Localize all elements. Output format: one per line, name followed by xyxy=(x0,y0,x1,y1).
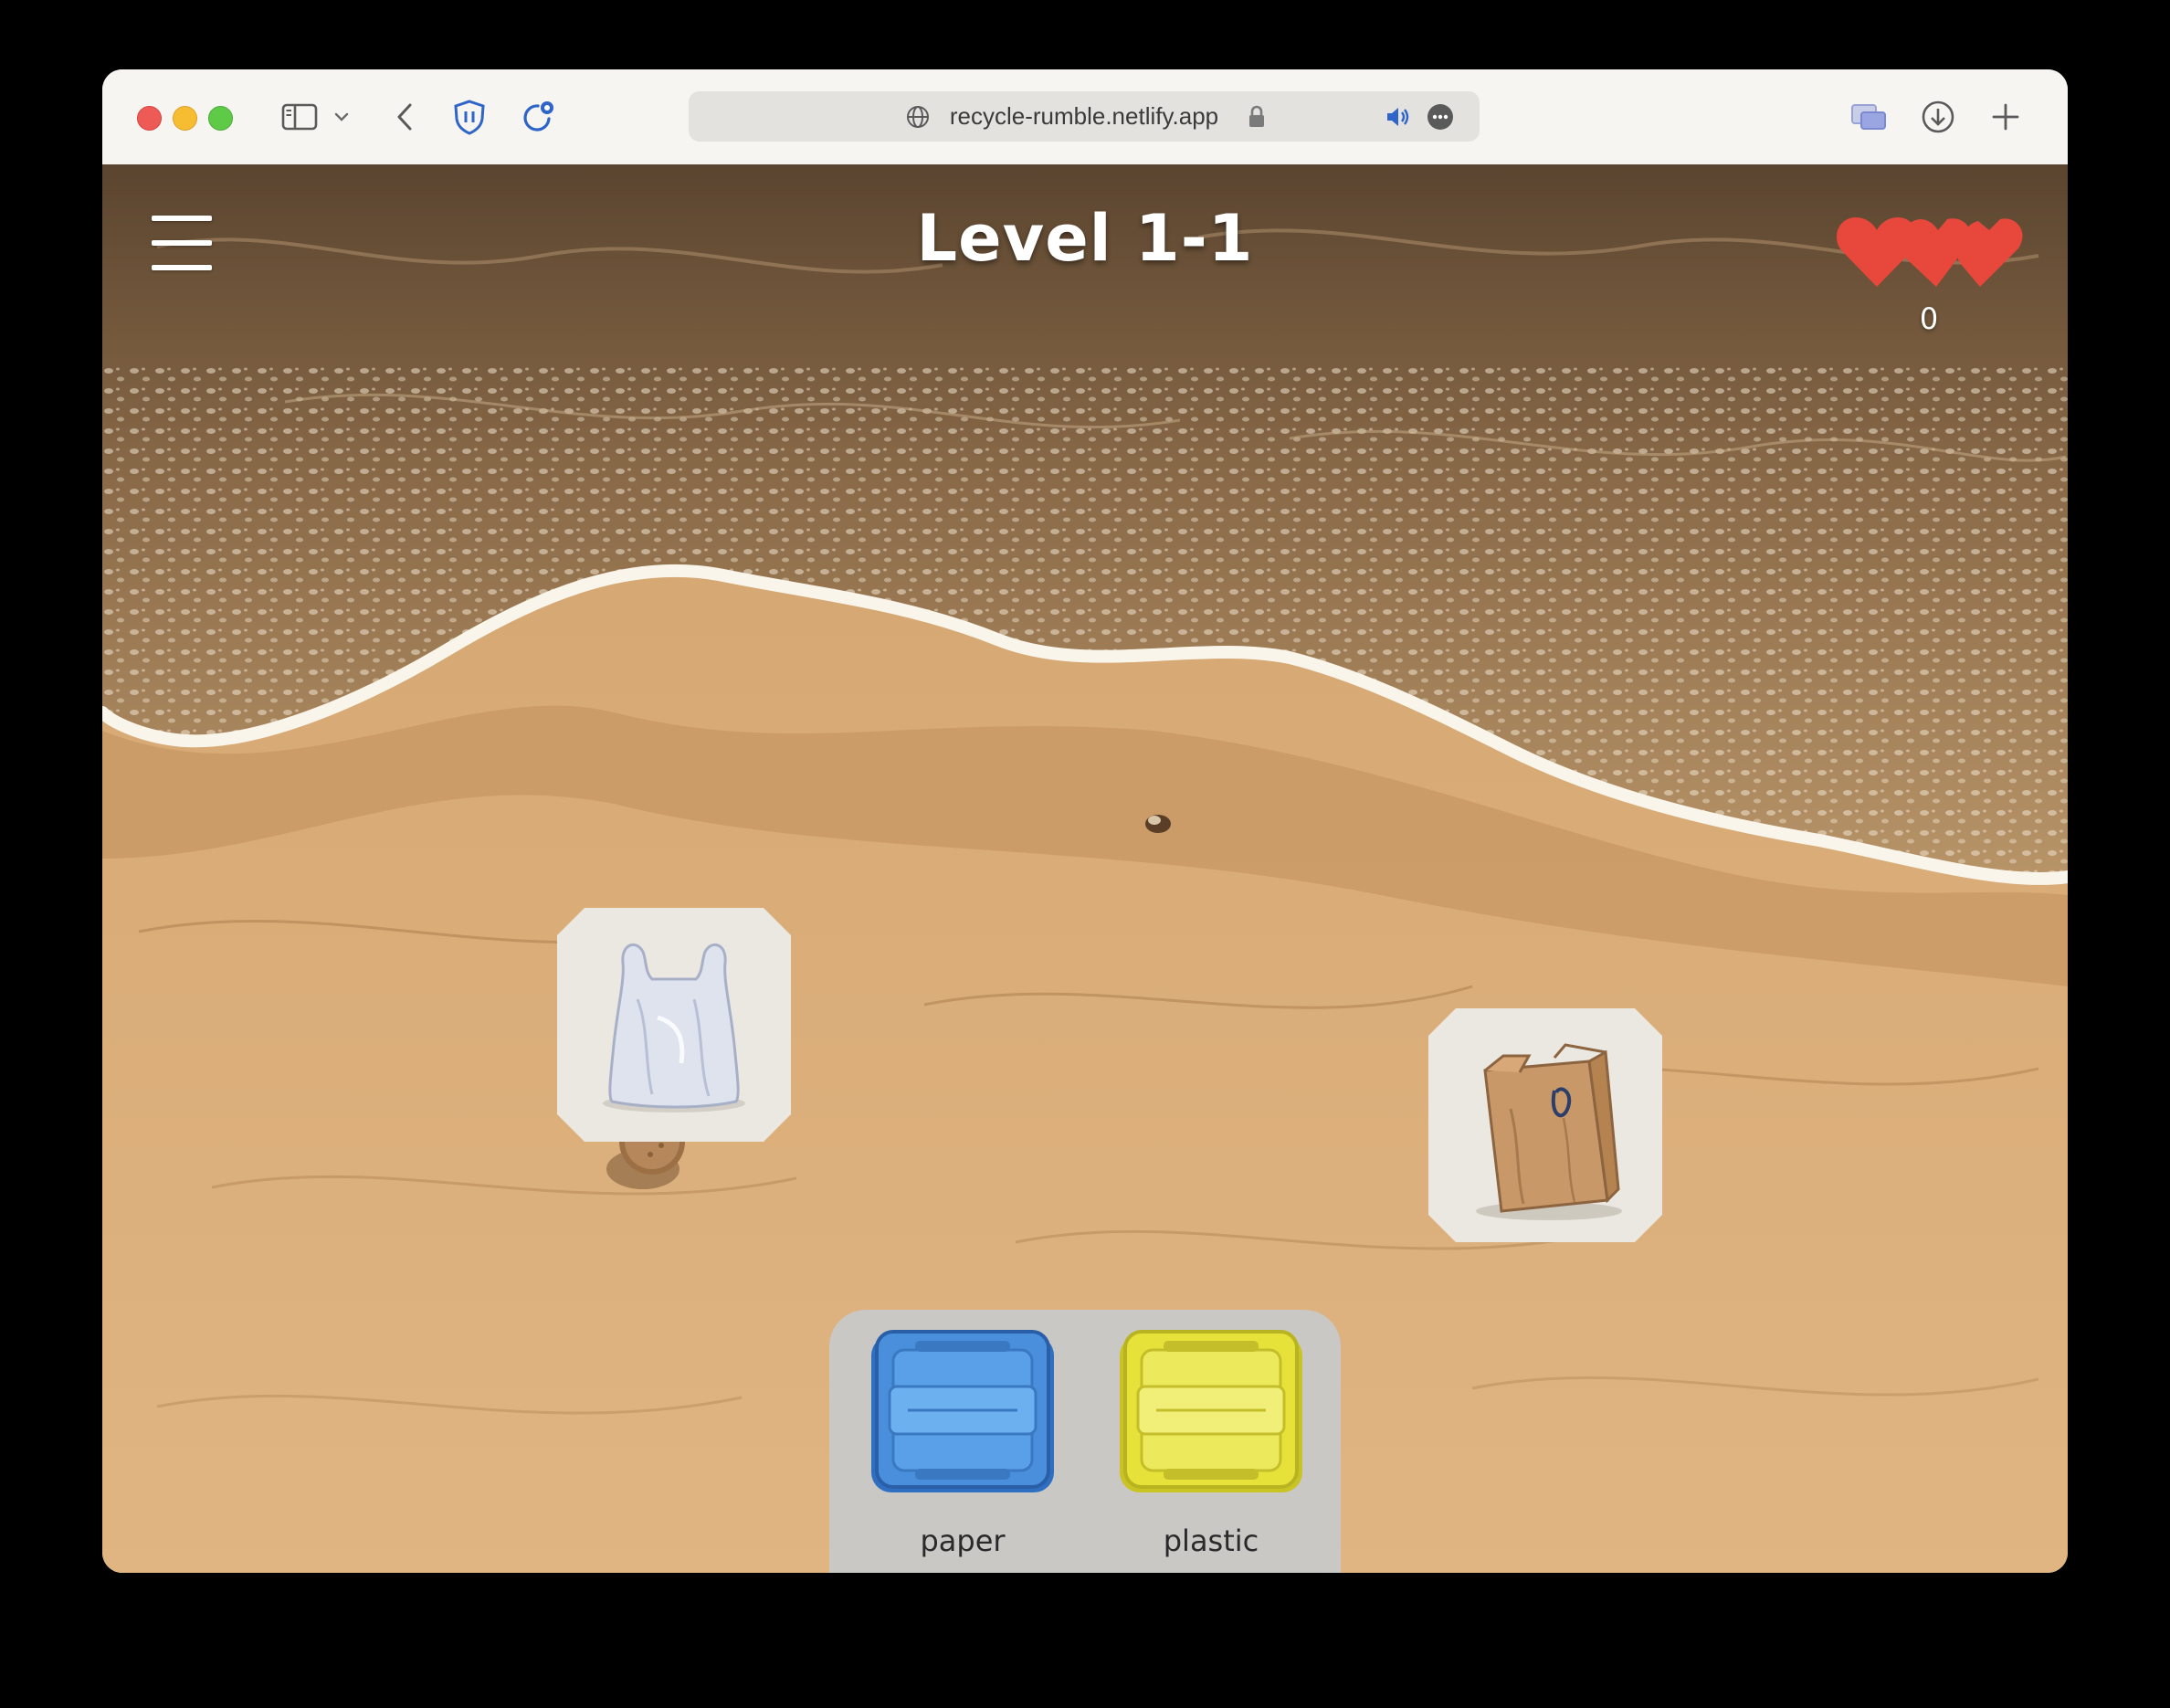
blue-bin-icon xyxy=(871,1330,1054,1492)
plastic-bin-label: plastic xyxy=(1163,1523,1259,1558)
menu-button[interactable] xyxy=(152,216,212,270)
paper-bin-label: paper xyxy=(920,1523,1006,1558)
sidebar-icon[interactable] xyxy=(279,97,320,137)
more-icon[interactable] xyxy=(1425,97,1456,137)
tab-overview-icon[interactable] xyxy=(1849,97,1889,137)
bin-tray: paper plastic xyxy=(829,1310,1341,1573)
heart-icon xyxy=(1957,218,2023,287)
paper-bag-icon xyxy=(1476,1043,1622,1220)
lives-hearts xyxy=(1836,217,2023,287)
yellow-bin-icon xyxy=(1120,1330,1302,1492)
address-bar[interactable]: recycle-rumble.netlify.app xyxy=(689,91,1480,142)
globe-icon xyxy=(904,97,932,137)
plastic-bin[interactable]: plastic xyxy=(1111,1323,1311,1558)
shell-decoration xyxy=(1145,815,1171,833)
refresh-icon[interactable] xyxy=(519,97,557,137)
url-text[interactable]: recycle-rumble.netlify.app xyxy=(689,91,1480,142)
level-title: Level 1-1 xyxy=(916,201,1254,276)
download-icon[interactable] xyxy=(1918,97,1958,137)
lock-icon xyxy=(1246,97,1268,137)
speaker-icon[interactable] xyxy=(1383,97,1414,137)
browser-toolbar: recycle-rumble.netlify.app xyxy=(102,69,2068,165)
paper-bag-item[interactable] xyxy=(1428,1008,1662,1242)
maximize-window-button[interactable] xyxy=(208,106,233,131)
score-counter: 0 xyxy=(1919,301,1939,336)
paper-bin[interactable]: paper xyxy=(862,1323,1063,1558)
minimize-window-button[interactable] xyxy=(173,106,197,131)
browser-window: recycle-rumble.netlify.app Level 1-1 0 p… xyxy=(102,69,2068,1573)
plastic-bag-icon xyxy=(603,943,745,1112)
plastic-bag-item[interactable] xyxy=(557,908,791,1142)
back-icon[interactable] xyxy=(391,97,418,137)
chevron-down-icon[interactable] xyxy=(332,97,351,137)
close-window-button[interactable] xyxy=(137,106,162,131)
game-canvas[interactable]: Level 1-1 0 paper plastic xyxy=(102,164,2068,1573)
new-tab-icon[interactable] xyxy=(1987,97,2024,137)
shield-icon[interactable] xyxy=(451,97,488,137)
